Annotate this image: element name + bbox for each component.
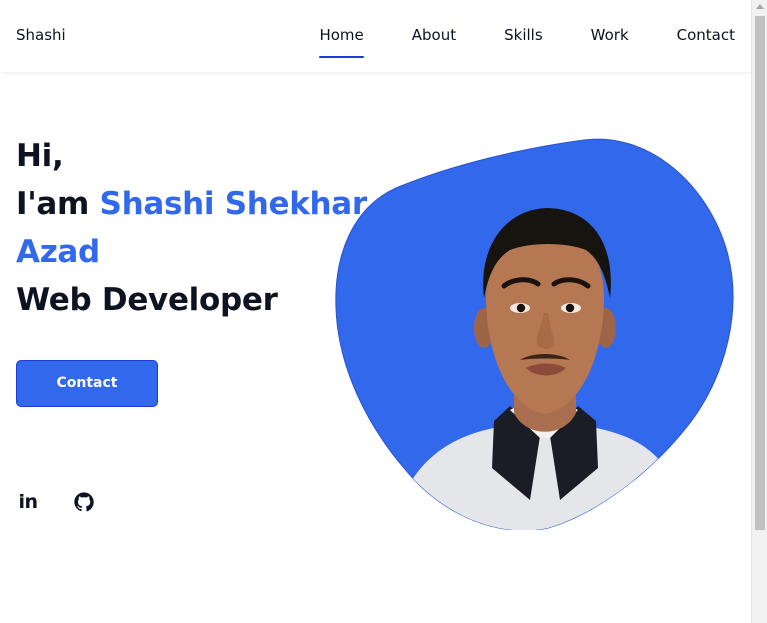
contact-button[interactable]: Contact (16, 360, 158, 407)
profile-image (334, 138, 736, 531)
logo[interactable]: Shashi (16, 26, 66, 44)
hero-intro: I'am (16, 186, 100, 222)
nav-skills[interactable]: Skills (504, 0, 543, 72)
vertical-scrollbar[interactable] (751, 0, 767, 623)
hero-role: Web Developer (16, 282, 278, 318)
nav-about[interactable]: About (412, 0, 456, 72)
nav-home[interactable]: Home (319, 0, 365, 72)
linkedin-icon[interactable]: in (16, 490, 40, 514)
github-icon[interactable] (72, 490, 96, 514)
hero-title: Hi, I'am Shashi Shekhar Azad Web Develop… (16, 132, 376, 324)
nav-work[interactable]: Work (591, 0, 629, 72)
social-links: in (16, 490, 128, 514)
scroll-up-icon[interactable] (756, 4, 764, 9)
main-nav: Home About Skills Work Contact (271, 0, 735, 72)
scrollbar-thumb[interactable] (755, 16, 765, 530)
nav-contact[interactable]: Contact (677, 0, 735, 72)
header: Shashi Home About Skills Work Contact (0, 0, 751, 72)
page: Shashi Home About Skills Work Contact Hi… (0, 0, 751, 623)
linkedin-label: in (18, 491, 38, 513)
hero-greeting: Hi, (16, 138, 64, 174)
